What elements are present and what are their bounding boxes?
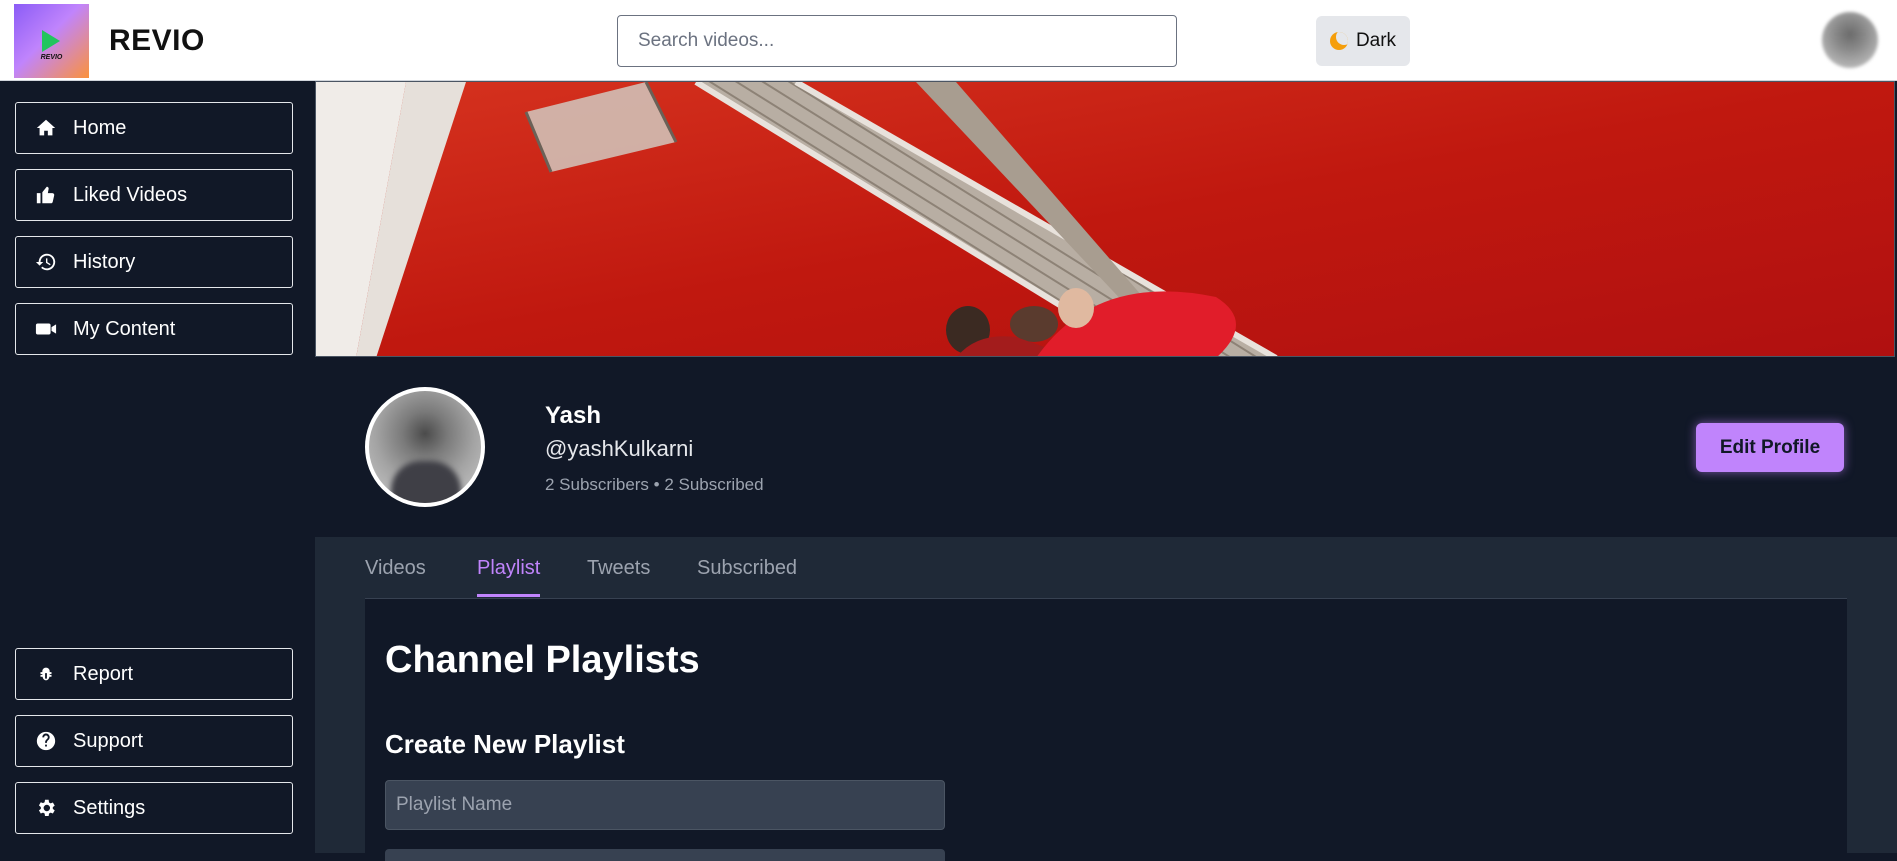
sidebar-item-label: Report bbox=[73, 662, 134, 685]
sidebar-item-home[interactable]: Home bbox=[15, 102, 293, 154]
bug-icon bbox=[35, 663, 57, 685]
sidebar-item-my-content[interactable]: My Content bbox=[15, 303, 293, 355]
sidebar-item-label: Home bbox=[73, 116, 127, 139]
channel-tabs: Videos Playlist Tweets Subscribed bbox=[365, 537, 1847, 599]
question-circle-icon bbox=[35, 730, 57, 752]
sidebar-item-label: My Content bbox=[73, 317, 176, 340]
tab-tweets[interactable]: Tweets bbox=[587, 557, 650, 580]
sidebar-item-label: Settings bbox=[73, 796, 146, 819]
theme-toggle-label: Dark bbox=[1355, 30, 1397, 51]
moon-icon bbox=[1329, 32, 1348, 50]
playlist-description-input[interactable] bbox=[385, 849, 945, 861]
channel-name: Yash bbox=[545, 402, 602, 429]
sidebar-item-liked-videos[interactable]: Liked Videos bbox=[15, 169, 293, 221]
page-title: Channel Playlists bbox=[385, 639, 700, 681]
search-input[interactable] bbox=[617, 15, 1177, 67]
gear-icon bbox=[35, 797, 57, 819]
top-header: REVIO REVIO Dark bbox=[0, 0, 1897, 81]
edit-profile-button[interactable]: Edit Profile bbox=[1696, 423, 1844, 472]
history-icon bbox=[35, 251, 57, 273]
playlist-panel: Channel Playlists Create New Playlist bbox=[365, 599, 1847, 861]
sidebar: Home Liked Videos History My Content Rep… bbox=[0, 81, 315, 853]
sidebar-item-report[interactable]: Report bbox=[15, 648, 293, 700]
channel-avatar bbox=[365, 387, 485, 507]
active-tab-indicator bbox=[477, 594, 541, 597]
tab-playlist-label: Playlist bbox=[477, 557, 541, 579]
sidebar-item-support[interactable]: Support bbox=[15, 715, 293, 767]
video-camera-icon bbox=[35, 318, 57, 340]
sidebar-item-settings[interactable]: Settings bbox=[15, 782, 293, 834]
tab-subscribed[interactable]: Subscribed bbox=[697, 557, 797, 580]
user-avatar[interactable] bbox=[1822, 12, 1878, 68]
tab-videos[interactable]: Videos bbox=[365, 557, 426, 580]
thumbs-up-icon bbox=[35, 184, 57, 206]
tab-playlist[interactable]: Playlist bbox=[477, 557, 541, 597]
sidebar-item-history[interactable]: History bbox=[15, 236, 293, 288]
home-icon bbox=[35, 117, 57, 139]
subscriber-stats: 2 Subscribers • 2 Subscribed bbox=[545, 475, 764, 494]
play-icon bbox=[42, 30, 60, 52]
theme-toggle-button[interactable]: Dark bbox=[1316, 16, 1410, 66]
cover-illustration bbox=[316, 82, 1894, 356]
channel-cover-image bbox=[315, 81, 1895, 357]
logo-text: REVIO bbox=[40, 54, 63, 61]
channel-profile-header: Yash @yashKulkarni 2 Subscribers • 2 Sub… bbox=[315, 357, 1897, 537]
sidebar-item-label: History bbox=[73, 250, 136, 273]
create-playlist-heading: Create New Playlist bbox=[385, 729, 625, 759]
sidebar-item-label: Liked Videos bbox=[73, 183, 188, 206]
channel-tabs-area: Videos Playlist Tweets Subscribed Channe… bbox=[315, 537, 1897, 861]
sidebar-item-label: Support bbox=[73, 729, 144, 752]
playlist-name-input[interactable] bbox=[385, 780, 945, 830]
brand-name: REVIO bbox=[109, 24, 205, 57]
channel-handle: @yashKulkarni bbox=[545, 436, 694, 461]
app-logo[interactable]: REVIO bbox=[14, 4, 89, 78]
